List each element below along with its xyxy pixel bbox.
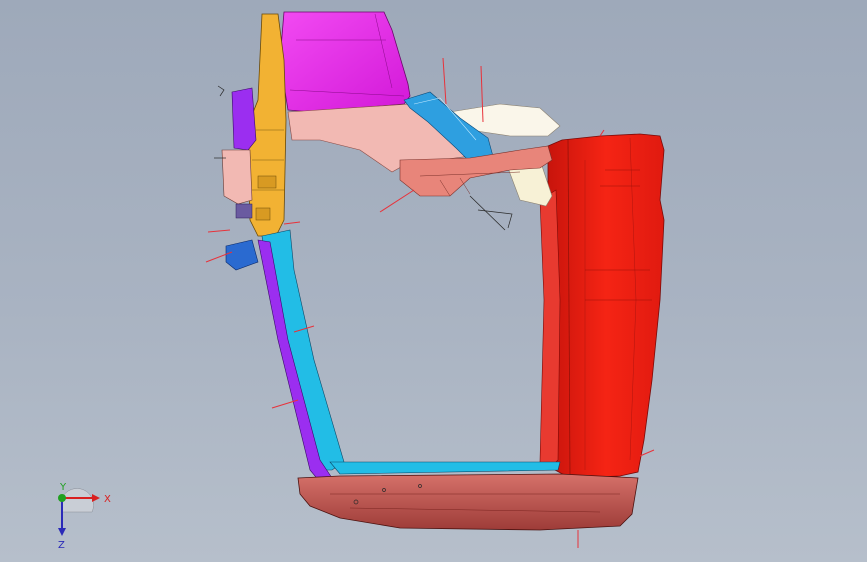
- rear-inner-pillar[interactable]: [539, 189, 561, 471]
- z-axis-label: Z: [58, 540, 65, 551]
- rocker-sill[interactable]: [297, 473, 639, 531]
- cad-viewport[interactable]: [0, 0, 867, 562]
- triad-plane: [61, 488, 94, 513]
- y-axis-label: Y: [59, 482, 67, 493]
- y-axis-dot: [58, 494, 66, 502]
- x-axis-label: X: [104, 494, 111, 505]
- axis-triad: X Y Z: [58, 482, 111, 551]
- roof-rail-magenta[interactable]: [279, 11, 411, 113]
- door-frame-rail[interactable]: [257, 229, 561, 495]
- z-axis-arrowhead: [58, 528, 66, 536]
- red-door-panel[interactable]: [547, 133, 665, 479]
- x-axis-arrowhead: [92, 494, 100, 502]
